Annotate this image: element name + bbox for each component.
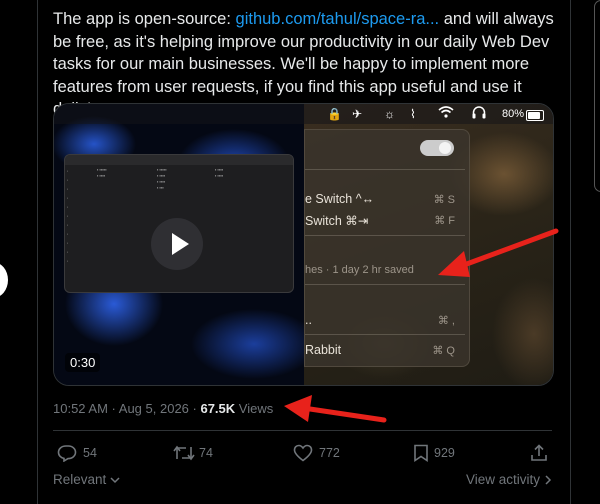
video-mac-menubar: 🔒 ✈ ☼ ⌇ 80%	[54, 104, 553, 124]
menu-item-quit: Rabbit	[305, 343, 342, 357]
rocket-icon: ✈	[352, 107, 363, 121]
reply-icon	[57, 445, 77, 462]
wifi-icon	[438, 106, 454, 122]
tweet-text-intro: The app is open-source:	[53, 10, 236, 28]
actions-divider	[53, 430, 552, 431]
timeline-right-border	[570, 0, 571, 504]
headphones-icon	[472, 106, 486, 123]
bookmark-count: 929	[434, 446, 455, 460]
menu-item-2: Switch ⌘⇥	[305, 214, 369, 228]
sort-label: Relevant	[53, 472, 107, 487]
arrow-annotation-menu	[438, 228, 559, 277]
menu-item-time-saved: hes · 1 day 2 hr saved	[305, 264, 414, 276]
brightness-icon: ☼	[384, 107, 395, 121]
side-avatar-fragment[interactable]	[0, 262, 8, 298]
chevron-right-icon	[545, 475, 551, 485]
views-count: 67.5K	[200, 401, 236, 416]
battery-percent: 80%	[502, 108, 525, 120]
reply-count: 54	[83, 446, 97, 460]
battery-icon	[526, 110, 544, 121]
arrow-annotation-views	[284, 395, 387, 423]
repost-count: 74	[199, 446, 213, 460]
menu-item-quit-shortcut: ⌘ Q	[432, 345, 455, 357]
views-label: Views	[238, 401, 274, 416]
scrollbar-thumb[interactable]	[594, 0, 600, 192]
timeline-left-border	[37, 0, 38, 504]
tweet-time[interactable]: 10:52 AM	[53, 401, 108, 416]
tweet-meta: 10:52 AM · Aug 5, 2026 · 67.5K Views	[53, 401, 274, 416]
video-play-button[interactable]	[151, 218, 203, 270]
view-activity-label: View activity	[466, 472, 541, 487]
share-icon	[531, 444, 547, 461]
menu-item-4: ..	[305, 313, 312, 327]
repost-icon	[173, 445, 195, 461]
bookmark-icon	[414, 444, 428, 462]
menu-item-4-shortcut: ⌘ ,	[437, 315, 455, 327]
video-duration: 0:30	[65, 353, 101, 372]
menu-toggle	[420, 140, 454, 156]
lock-icon: 🔒	[327, 107, 342, 121]
menu-item-1: e Switch ^↔	[305, 192, 375, 206]
sort-replies-dropdown[interactable]: Relevant	[53, 472, 120, 487]
like-count: 772	[319, 446, 340, 460]
view-activity-link[interactable]: View activity	[466, 472, 552, 487]
antenna-icon: ⌇	[410, 107, 416, 121]
tweet-date[interactable]: Aug 5, 2026	[119, 401, 189, 416]
chevron-down-icon	[110, 477, 120, 484]
menu-item-1-shortcut: ⌘ S	[433, 194, 455, 206]
heart-icon	[293, 444, 313, 462]
github-link[interactable]: github.com/tahul/space-ra...	[236, 10, 440, 28]
